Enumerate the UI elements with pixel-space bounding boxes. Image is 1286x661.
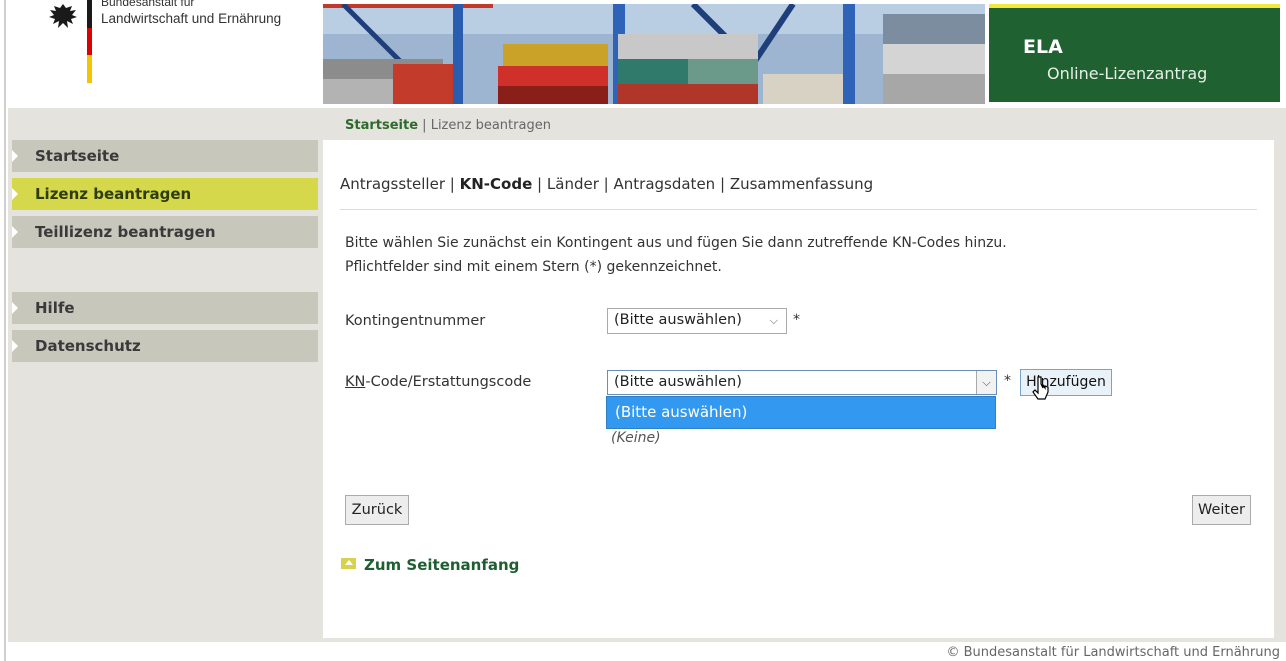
sidebar-item-label: Startseite — [35, 147, 120, 165]
step-separator: | — [719, 175, 726, 193]
nav-arrow-icon — [12, 302, 18, 314]
sidebar-item-label: Datenschutz — [35, 337, 141, 355]
mouse-pointer-icon — [1032, 376, 1049, 400]
main-content-panel: Antragssteller | KN-Code | Länder | Antr… — [323, 140, 1274, 638]
header-logo-area: Bundesanstalt für Landwirtschaft und Ern… — [8, 0, 324, 108]
app-subtitle: Online-Lizenzantrag — [1047, 64, 1208, 83]
kn-code-label-accesskey: KN — [345, 374, 366, 390]
wizard-steps: Antragssteller | KN-Code | Länder | Antr… — [340, 175, 873, 193]
sidebar-item-datenschutz[interactable]: Datenschutz — [12, 330, 318, 362]
nav-arrow-icon — [12, 188, 18, 200]
nav-arrow-icon — [12, 226, 18, 238]
sidebar-item-startseite[interactable]: Startseite — [12, 140, 318, 172]
kontingent-label: Kontingentnummer — [345, 313, 486, 329]
kn-code-select[interactable]: (Bitte auswählen) ⌵ — [607, 370, 997, 395]
step-separator: | — [537, 175, 543, 193]
step-kn-code-current: KN-Code — [459, 175, 533, 193]
org-name-line1: Bundesanstalt für — [101, 0, 195, 9]
required-star: * — [793, 312, 800, 328]
german-flag-bar — [87, 0, 92, 83]
step-separator: | — [449, 175, 455, 193]
back-button[interactable]: Zurück — [345, 495, 409, 525]
step-separator: | — [603, 175, 609, 193]
sidebar-item-label: Hilfe — [35, 299, 75, 317]
breadcrumb-current: Lizenz beantragen — [430, 118, 551, 133]
step-antragsdaten[interactable]: Antragsdaten — [614, 175, 716, 193]
kontingent-select[interactable]: (Bitte auswählen) ⌵ — [607, 308, 787, 334]
kontingent-select-value: (Bitte auswählen) — [614, 312, 742, 328]
header-banner-image — [323, 4, 985, 104]
kn-code-list-empty: (Keine) — [611, 430, 661, 446]
nav-arrow-icon — [12, 150, 18, 162]
nav-arrow-icon — [12, 340, 18, 352]
steps-divider — [340, 209, 1257, 210]
kn-code-select-value: (Bitte auswählen) — [614, 374, 742, 390]
form-intro-text: Bitte wählen Sie zunächst ein Kontingent… — [345, 235, 1007, 251]
breadcrumb-separator: | — [422, 118, 427, 133]
form-required-hint: Pflichtfelder sind mit einem Stern (*) g… — [345, 259, 722, 275]
sidebar-item-teillizenz-beantragen[interactable]: Teillizenz beantragen — [12, 216, 318, 248]
required-star: * — [1004, 373, 1011, 389]
next-button[interactable]: Weiter — [1192, 495, 1251, 525]
page-left-border — [4, 0, 6, 661]
federal-eagle-icon — [49, 4, 77, 28]
sidebar-item-lizenz-beantragen[interactable]: Lizenz beantragen — [12, 178, 318, 210]
app-title: ELA — [1023, 36, 1063, 58]
chevron-down-icon[interactable]: ⌵ — [976, 371, 996, 394]
app-title-box: ELA Online-Lizenzantrag — [989, 4, 1280, 102]
step-zusammenfassung[interactable]: Zusammenfassung — [730, 175, 873, 193]
step-laender[interactable]: Länder — [547, 175, 599, 193]
breadcrumb-home-link[interactable]: Startseite — [345, 118, 418, 133]
footer-copyright: © Bundesanstalt für Landwirtschaft und E… — [946, 645, 1280, 660]
back-to-top-label: Zum Seitenanfang — [364, 556, 520, 574]
sidebar-item-label: Teillizenz beantragen — [35, 223, 216, 241]
back-to-top-link[interactable]: Zum Seitenanfang — [341, 556, 519, 574]
kn-code-dropdown-option[interactable]: (Bitte auswählen) — [606, 396, 996, 429]
sidebar-item-hilfe[interactable]: Hilfe — [12, 292, 318, 324]
step-antragssteller[interactable]: Antragssteller — [340, 175, 445, 193]
org-name-line2: Landwirtschaft und Ernährung — [101, 11, 282, 26]
chevron-down-icon: ⌵ — [769, 314, 778, 327]
arrow-up-icon — [341, 558, 356, 569]
breadcrumb: Startseite | Lizenz beantragen — [345, 118, 551, 133]
kn-code-label: KN-Code/Erstattungscode — [345, 374, 531, 390]
kn-code-label-rest: -Code/Erstattungscode — [365, 374, 532, 390]
sidebar-item-label: Lizenz beantragen — [35, 185, 192, 203]
